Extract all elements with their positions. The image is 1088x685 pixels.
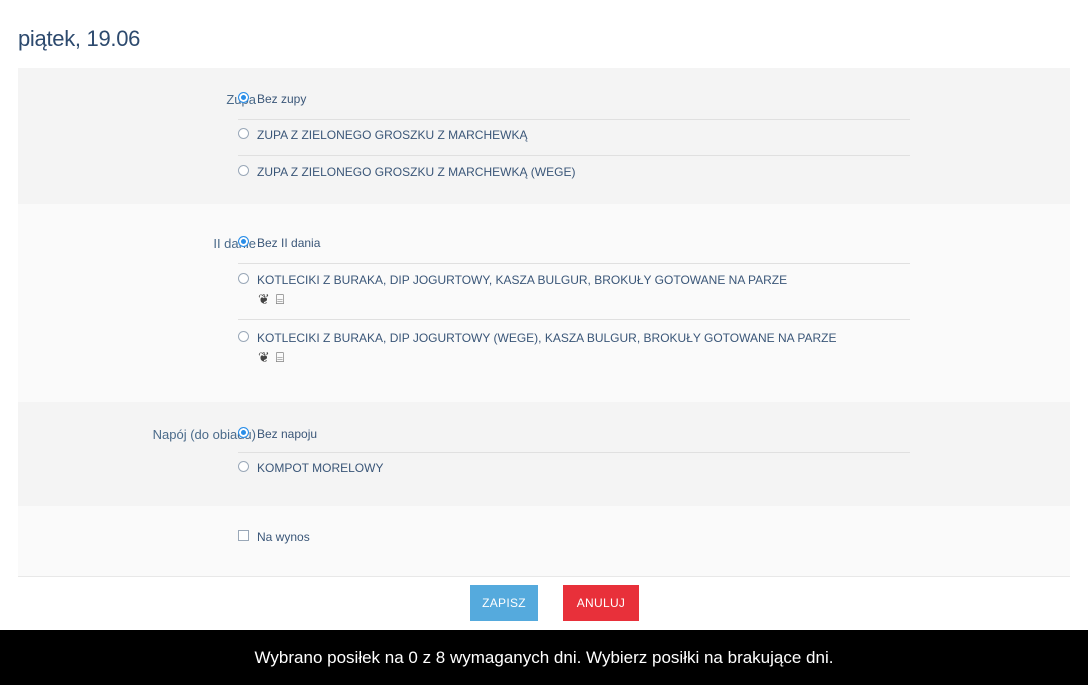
gluten-icon: ❦ [258,348,270,365]
radio-selected-icon[interactable] [238,236,249,248]
main-option-none[interactable]: Bez II dania [238,235,910,264]
soup-option-1[interactable]: ZUPA Z ZIELONEGO GROSZKU Z MARCHEWKĄ [238,127,910,156]
status-footer: Wybrano posiłek na 0 z 8 wymaganych dni.… [0,630,1088,685]
allergen-icons: ❦ ⌸ [258,349,910,366]
radio-icon[interactable] [238,165,249,177]
day-title: piątek, 19.06 [18,26,141,51]
soup-option-none[interactable]: Bez zupy [238,91,910,120]
takeaway-option[interactable]: Na wynos [238,529,910,551]
radio-icon[interactable] [238,128,249,140]
drink-option-none[interactable]: Bez napoju [238,426,910,453]
button-bar: ZAPISZ ANULUJ [18,576,1070,629]
milk-icon: ⌸ [275,290,285,307]
drink-option-1[interactable]: KOMPOT MORELOWY [238,460,910,482]
allergen-icons: ❦ ⌸ [258,291,910,308]
milk-icon: ⌸ [275,348,285,365]
radio-selected-icon[interactable] [238,92,249,104]
radio-icon[interactable] [238,273,249,285]
main-option-1[interactable]: KOTLECIKI Z BURAKA, DIP JOGURTOWY, KASZA… [238,272,910,320]
main-option-2[interactable]: KOTLECIKI Z BURAKA, DIP JOGURTOWY (WEGE)… [238,330,910,375]
radio-icon[interactable] [238,461,249,473]
save-button[interactable]: ZAPISZ [470,585,538,621]
gluten-icon: ❦ [258,290,270,307]
soup-option-2[interactable]: ZUPA Z ZIELONEGO GROSZKU Z MARCHEWKĄ (WE… [238,164,910,186]
drink-section [18,402,1070,506]
radio-icon[interactable] [238,331,249,343]
radio-selected-icon[interactable] [238,427,249,439]
checkbox-icon[interactable] [238,530,249,542]
footer-message: Wybrano posiłek na 0 z 8 wymaganych dni.… [254,647,834,667]
cancel-button[interactable]: ANULUJ [563,585,639,621]
